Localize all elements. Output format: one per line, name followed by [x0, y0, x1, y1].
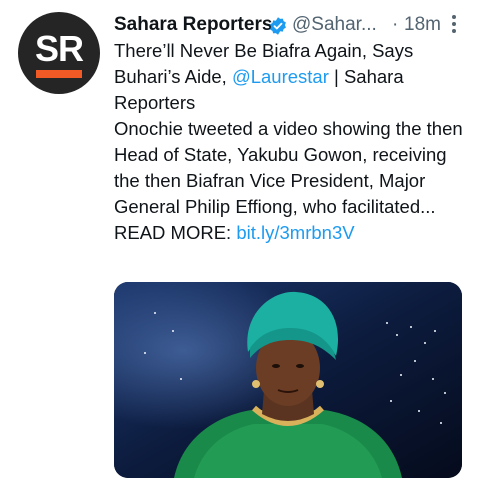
more-vertical-icon[interactable] — [448, 12, 460, 36]
verified-badge-icon — [270, 17, 286, 35]
tweet-media-image[interactable] — [114, 282, 462, 478]
avatar-logo-text: SR — [34, 28, 84, 69]
separator-dot: · — [392, 14, 399, 35]
media-photo — [114, 282, 462, 478]
mention-link[interactable]: @Laurestar — [232, 66, 329, 87]
avatar-logo-bar — [36, 70, 82, 78]
tweet-text: There’ll Never Be Biafra Again, Says Buh… — [114, 38, 464, 246]
tweet-summary: Onochie tweeted a video showing the then… — [114, 118, 463, 217]
author-name[interactable]: Sahara Reporters — [114, 14, 272, 36]
read-more-label: READ MORE: — [114, 222, 237, 243]
tweet-header: Sahara Reporters @Sahar... · 18m — [114, 12, 474, 38]
avatar[interactable]: SR — [18, 12, 100, 94]
read-more-line: READ MORE: bit.ly/3mrbn3V — [114, 220, 464, 246]
author-handle[interactable]: @Sahar... — [292, 14, 377, 36]
tweet-title-line: There’ll Never Be Biafra Again, Says Buh… — [114, 38, 464, 116]
tweet-timestamp[interactable]: 18m — [404, 14, 441, 36]
read-more-link[interactable]: bit.ly/3mrbn3V — [236, 222, 354, 243]
tweet-card[interactable]: SR Sahara Reporters @Sahar... · 18m Ther… — [0, 0, 480, 485]
